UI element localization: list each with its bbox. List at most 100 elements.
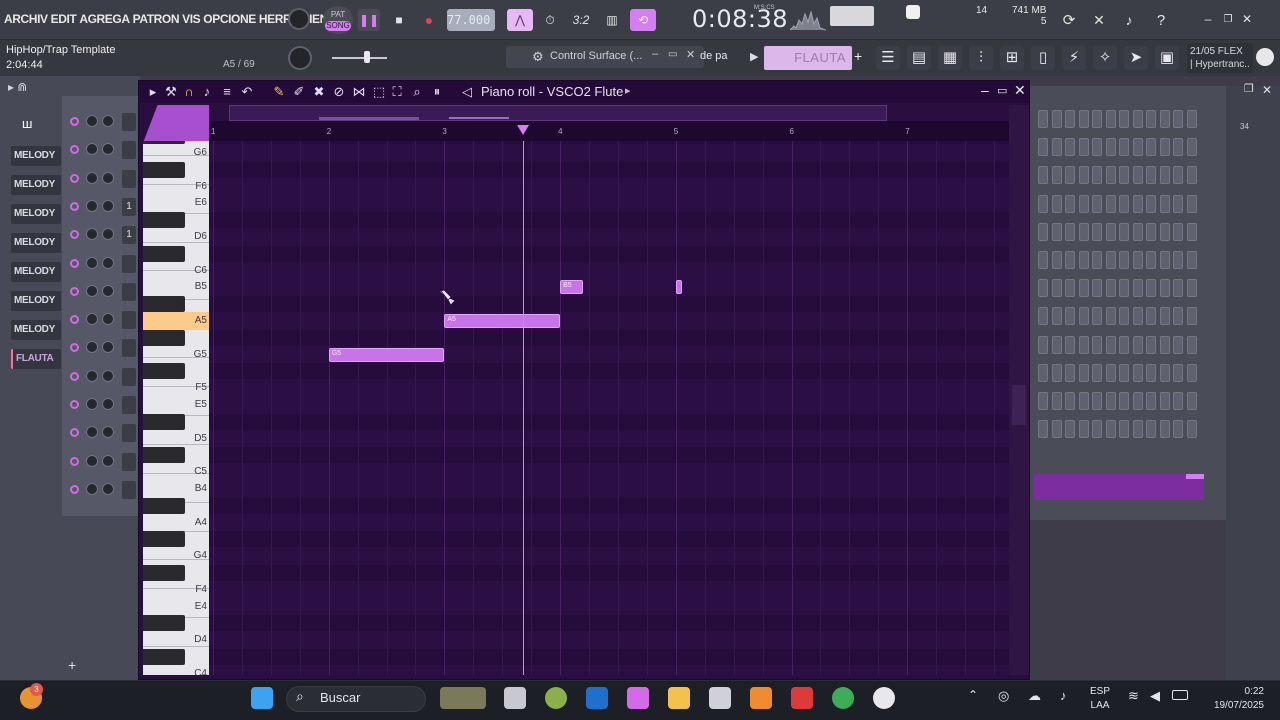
step-button[interactable]	[1173, 279, 1183, 298]
menu-archivo[interactable]: ARCHIV	[4, 12, 48, 26]
step-button[interactable]	[1078, 363, 1089, 382]
step-button[interactable]	[1132, 194, 1143, 213]
channel-pan-knob-7[interactable]	[86, 313, 98, 326]
typing-keyboard-icon[interactable]: ▥	[600, 9, 624, 31]
wait-input-icon[interactable]: ⏱	[538, 9, 562, 31]
note-icon[interactable]: ♪	[199, 84, 215, 100]
control-surface-tab[interactable]: ⚙ Control Surface (... – ▭ ✕	[506, 46, 704, 68]
cloud-icon[interactable]: ☁	[1028, 688, 1041, 704]
step-button[interactable]	[1092, 279, 1102, 298]
step-button[interactable]	[1159, 279, 1170, 298]
refresh-icon[interactable]: ⟳	[1058, 9, 1080, 31]
close-icon[interactable]: ✕	[1014, 82, 1026, 99]
channel-name-1[interactable]: MELODY	[11, 175, 61, 195]
step-button[interactable]	[1119, 110, 1129, 128]
step-button[interactable]	[1038, 279, 1048, 298]
step-button[interactable]	[1092, 110, 1102, 128]
wrench-icon[interactable]: ⚒	[163, 84, 179, 100]
metronome-icon[interactable]: ⋀	[507, 9, 533, 31]
note-unlabeled-3[interactable]	[675, 280, 682, 295]
channel-vol-knob-12[interactable]	[102, 454, 114, 467]
taskbar-clock[interactable]: 0:22 19/07/2025	[1204, 685, 1264, 713]
step-button[interactable]	[1065, 363, 1075, 382]
playback-icon[interactable]: ⏸	[429, 84, 445, 100]
step-button[interactable]	[1078, 194, 1089, 213]
channel-pan-knob-10[interactable]	[86, 398, 98, 410]
step-button[interactable]	[1119, 335, 1129, 354]
step-button[interactable]	[1105, 279, 1116, 298]
channel-led-0[interactable]	[70, 117, 79, 126]
step-button[interactable]	[1146, 279, 1156, 298]
channel-mixer-track-0[interactable]	[122, 113, 136, 131]
battery-icon[interactable]	[1172, 690, 1188, 700]
volume-icon[interactable]: ◀	[1150, 688, 1160, 704]
microphone-icon[interactable]: ♪	[1118, 9, 1140, 31]
step-button[interactable]	[1038, 307, 1048, 326]
chatgpt-icon[interactable]	[873, 687, 895, 709]
channel-vol-knob-13[interactable]	[102, 482, 114, 495]
channel-name-2[interactable]: MELODY	[11, 204, 61, 224]
step-button[interactable]	[1132, 363, 1143, 382]
step-button[interactable]	[1078, 166, 1089, 185]
channel-led-10[interactable]	[70, 400, 79, 409]
step-button[interactable]	[1119, 222, 1129, 241]
step-button[interactable]	[1132, 138, 1143, 157]
channel-vol-knob-0[interactable]	[102, 115, 114, 127]
step-button[interactable]	[1146, 251, 1156, 269]
channel-mixer-track-12[interactable]	[122, 452, 136, 471]
master-volume-knob[interactable]	[288, 46, 312, 70]
rack-header-icons[interactable]: ▸ ⋒	[8, 80, 27, 94]
keyboard-icon[interactable]: ш	[22, 116, 32, 131]
step-button[interactable]	[1092, 166, 1102, 185]
step-button[interactable]	[1146, 420, 1156, 439]
loop-record-icon[interactable]: ⟲	[630, 9, 656, 31]
step-button[interactable]	[1038, 420, 1048, 439]
channel-led-12[interactable]	[70, 456, 79, 466]
step-button[interactable]	[1092, 363, 1102, 382]
black-key[interactable]	[143, 565, 185, 581]
help-icon[interactable]: ?	[1150, 9, 1172, 31]
menu-patron[interactable]: PATRON	[133, 12, 180, 26]
step-button[interactable]	[1051, 420, 1062, 439]
step-button[interactable]	[1105, 307, 1116, 326]
arrow-right-icon[interactable]: ▶	[750, 50, 758, 63]
black-key[interactable]	[143, 497, 185, 514]
black-key[interactable]	[143, 296, 185, 313]
black-key[interactable]	[143, 447, 185, 464]
menu-agrega[interactable]: AGREGA	[79, 12, 130, 26]
step-button[interactable]	[1051, 166, 1062, 185]
step-button[interactable]	[1038, 392, 1048, 410]
step-button[interactable]	[1132, 166, 1143, 185]
channel-name-4[interactable]: MELODY	[11, 262, 61, 282]
step-button[interactable]	[1173, 138, 1183, 157]
menu-opcione[interactable]: OPCIONE	[203, 12, 256, 26]
step-button[interactable]	[1038, 166, 1048, 185]
step-button[interactable]	[1119, 166, 1129, 185]
channel-vol-knob-2[interactable]	[102, 171, 114, 184]
browser-icon[interactable]: ⊞	[1000, 46, 1024, 70]
black-key[interactable]	[143, 212, 185, 229]
step-button[interactable]	[1065, 222, 1075, 241]
outlook-icon[interactable]	[586, 687, 608, 709]
step-button[interactable]	[1051, 335, 1062, 354]
black-key[interactable]	[143, 329, 185, 346]
step-button[interactable]	[1051, 307, 1062, 326]
step-button[interactable]	[1092, 138, 1102, 157]
channel-mixer-track-1[interactable]	[122, 141, 136, 160]
step-button[interactable]	[1065, 110, 1075, 128]
close-icon[interactable]: ✕	[1262, 83, 1272, 97]
step-button[interactable]	[1078, 307, 1089, 326]
step-button[interactable]	[1186, 138, 1197, 157]
note-B5-2[interactable]: B5	[560, 280, 584, 295]
step-button[interactable]	[1146, 166, 1156, 185]
step-button[interactable]	[1159, 110, 1170, 128]
black-key[interactable]	[143, 649, 185, 665]
step-button[interactable]	[1119, 420, 1129, 439]
task-view-icon[interactable]	[504, 687, 526, 709]
step-button[interactable]	[1078, 392, 1089, 410]
step-button[interactable]	[1051, 251, 1062, 269]
step-button[interactable]	[1186, 420, 1197, 439]
step-button[interactable]	[1186, 110, 1197, 128]
step-button[interactable]	[1159, 138, 1170, 157]
mixer-icon[interactable]: ☰	[876, 46, 900, 70]
